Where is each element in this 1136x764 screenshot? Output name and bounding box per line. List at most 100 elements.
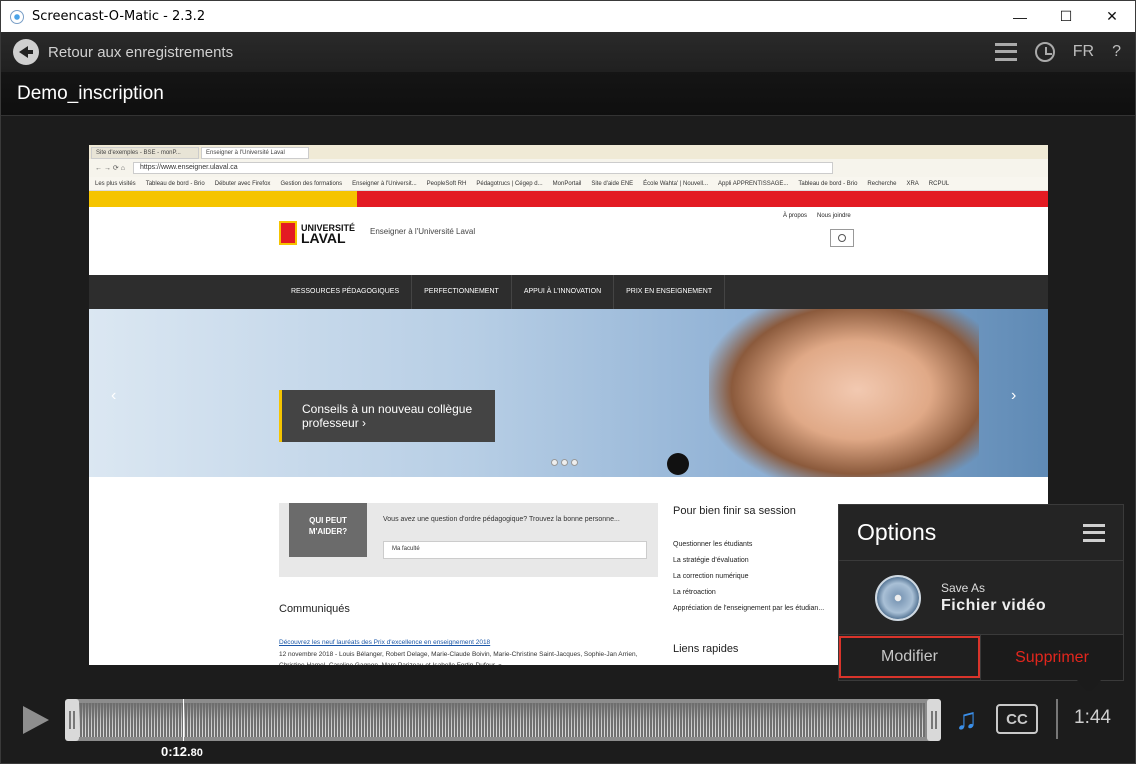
chevron-right-icon: › xyxy=(1011,387,1017,404)
save-as-video-option[interactable]: Save As Fichier vidéo xyxy=(839,561,1123,635)
hero-caption: Conseils à un nouveau collègue professeu… xyxy=(279,390,495,442)
help-tag: QUI PEUT M'AIDER? xyxy=(289,503,367,557)
bookmark: Les plus visités xyxy=(95,180,136,187)
quick-links-title: Liens rapides xyxy=(673,643,739,655)
waveform-shade xyxy=(79,703,925,737)
player-controls: 0:12.80 ♫ CC 1:44 xyxy=(1,691,1135,763)
bookmark: Pédagotrucs | Cégep d... xyxy=(476,180,543,187)
modify-button[interactable]: Modifier xyxy=(839,636,980,678)
music-note-icon[interactable]: ♫ xyxy=(955,705,978,735)
top-link: À propos xyxy=(783,213,808,219)
window-title: Screencast-O-Matic - 2.3.2 xyxy=(32,9,206,24)
bookmark: Appli APPRENTISSAGE... xyxy=(718,180,789,187)
bookmark: Enseigner à l'Universit... xyxy=(352,180,417,187)
communiques-title: Communiqués xyxy=(279,603,350,615)
side-item: Appréciation de l'enseignement par les é… xyxy=(673,605,825,612)
close-button[interactable]: ✕ xyxy=(1089,1,1135,32)
bookmark: École Wahta' | Nouvell... xyxy=(643,180,709,187)
side-item: La correction numérique xyxy=(673,573,749,580)
toolbar-right: FR ? xyxy=(994,32,1121,72)
bookmark: PeopleSoft RH xyxy=(426,180,467,187)
delete-button[interactable]: Supprimer xyxy=(980,635,1123,680)
options-header: Options xyxy=(839,505,1123,561)
site-nav: RESSOURCES PÉDAGOGIQUES PERFECTIONNEMENT… xyxy=(89,275,1048,309)
side-title: Pour bien finir sa session xyxy=(673,505,796,517)
history-icon[interactable] xyxy=(1034,42,1055,62)
browser-tab: Enseigner à l'Université Laval xyxy=(201,147,309,159)
bookmark: Tableau de bord - Brio xyxy=(798,180,858,187)
trim-handle-end[interactable] xyxy=(927,699,941,741)
logo-big: LAVAL xyxy=(301,230,346,246)
hero-banner: ‹ › Conseils à un nouveau collègue profe… xyxy=(89,309,1048,477)
options-panel: Options Save As Fichier vidéo Modifier S… xyxy=(838,504,1124,694)
hero-photo xyxy=(709,309,979,477)
site-nav-item: PRIX EN ENSEIGNEMENT xyxy=(614,275,726,309)
site-nav-item: PERFECTIONNEMENT xyxy=(412,275,512,309)
duration: 1:44 xyxy=(1074,707,1111,728)
site-top-links: À propos Nous joindre xyxy=(783,213,851,219)
window-controls: — ☐ ✕ xyxy=(997,1,1135,32)
bookmark: Tableau de bord - Brio xyxy=(145,180,205,187)
side-item: La rétroaction xyxy=(673,589,716,596)
bookmark: Site d'aide ENE xyxy=(591,180,634,187)
help-icon[interactable]: ? xyxy=(1112,43,1121,61)
current-time: 0:12.80 xyxy=(161,744,203,759)
app-icon xyxy=(10,9,24,24)
faculty-select: Ma faculté xyxy=(383,541,647,559)
band-yellow xyxy=(89,191,357,207)
recording-header: Demo_inscription xyxy=(1,72,1135,116)
options-title: Options xyxy=(857,519,937,545)
bookmarks-bar: Les plus visités Tableau de bord - Brio … xyxy=(89,177,1048,191)
video-file-label: Fichier vidéo xyxy=(941,596,1047,614)
site-nav-item: APPUI À L'INNOVATION xyxy=(512,275,615,309)
browser-urlbar: ← → ⟳ ⌂ https://www.enseigner.ulaval.ca xyxy=(89,159,1048,177)
bookmark: Débuter avec Firefox xyxy=(214,180,271,187)
shield-icon xyxy=(279,221,297,245)
browser-tabs: Site d'exemples - BSE - monP... Enseigne… xyxy=(89,145,1048,159)
side-item: La stratégie d'évaluation xyxy=(673,557,749,564)
recording-title: Demo_inscription xyxy=(17,83,164,104)
trim-handle-start[interactable] xyxy=(65,699,79,741)
band-red xyxy=(357,191,1048,207)
bookmark: XRA xyxy=(906,180,919,187)
bookmark: MonPortail xyxy=(552,180,582,187)
captions-button[interactable]: CC xyxy=(996,704,1038,734)
url-field: https://www.enseigner.ulaval.ca xyxy=(132,162,833,174)
app-window: Screencast-O-Matic - 2.3.2 — ☐ ✕ Retour … xyxy=(0,0,1136,764)
back-arrow-icon[interactable] xyxy=(13,39,39,65)
minimize-button[interactable]: — xyxy=(997,1,1043,32)
site-subtitle: Enseigner à l'Université Laval xyxy=(370,227,476,236)
carousel-dots xyxy=(551,459,578,466)
current-time-main: 0:12. xyxy=(161,744,191,759)
search-icon xyxy=(830,229,854,247)
side-item: Questionner les étudiants xyxy=(673,541,753,548)
bookmark: Recherche xyxy=(867,180,897,187)
communique-text: 12 novembre 2018 - Louis Bélanger, Rober… xyxy=(279,651,638,665)
menu-icon[interactable] xyxy=(1083,523,1105,542)
options-actions: Modifier Supprimer xyxy=(839,635,1123,680)
bookmark: RCPUL xyxy=(928,180,950,187)
maximize-button[interactable]: ☐ xyxy=(1043,1,1089,32)
timeline[interactable] xyxy=(65,699,941,741)
save-text: Save As Fichier vidéo xyxy=(941,581,1046,615)
current-time-frac: 80 xyxy=(190,747,203,759)
site-nav-item: RESSOURCES PÉDAGOGIQUES xyxy=(279,275,413,309)
checklist-icon[interactable] xyxy=(994,43,1017,61)
communique-link: Découvrez les neuf lauréats des Prix d'e… xyxy=(279,639,491,646)
side-list: Questionner les étudiants La stratégie d… xyxy=(673,537,824,617)
chevron-left-icon: ‹ xyxy=(111,387,117,404)
save-as-label: Save As xyxy=(941,580,986,595)
window-titlebar: Screencast-O-Matic - 2.3.2 — ☐ ✕ xyxy=(1,1,1135,32)
top-toolbar: Retour aux enregistrements FR ? xyxy=(1,32,1135,72)
site-header: UNIVERSITÉ LAVAL Enseigner à l'Universit… xyxy=(89,207,1048,275)
language-toggle[interactable]: FR xyxy=(1073,43,1094,61)
divider xyxy=(1056,699,1058,739)
nav-arrows-icon: ← → ⟳ ⌂ xyxy=(95,165,125,172)
play-icon[interactable] xyxy=(23,706,49,734)
browser-tab: Site d'exemples - BSE - monP... xyxy=(91,147,199,159)
back-to-recordings-link[interactable]: Retour aux enregistrements xyxy=(48,44,233,61)
microphone-image xyxy=(667,453,689,475)
playhead[interactable] xyxy=(183,699,185,741)
help-box: QUI PEUT M'AIDER? Vous avez une question… xyxy=(279,503,658,577)
top-link: Nous joindre xyxy=(817,213,851,219)
